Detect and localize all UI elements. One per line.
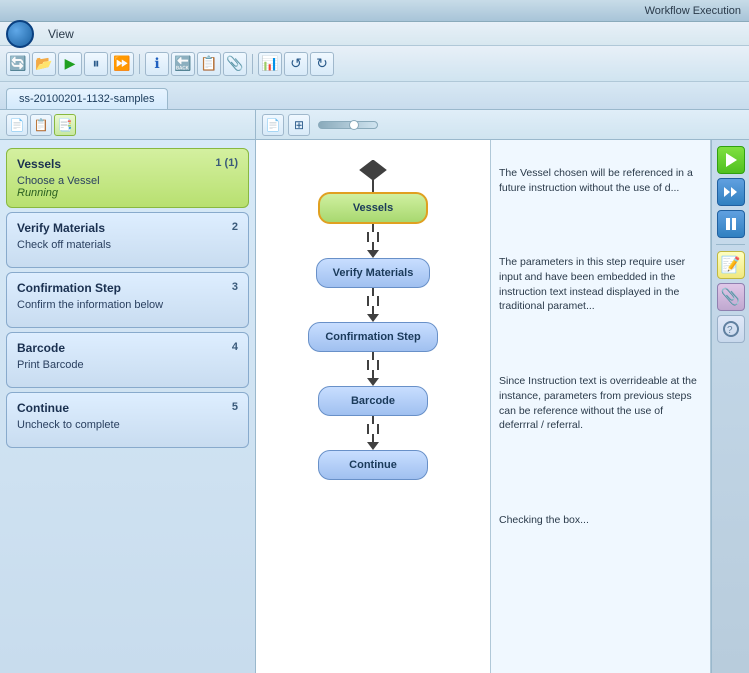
workflow-item-vessels[interactable]: Vessels 1 (1) Choose a Vessel Running bbox=[6, 148, 249, 208]
desc-vessels: The Vessel chosen will be referenced in … bbox=[499, 166, 702, 195]
menu-view[interactable]: View bbox=[40, 25, 82, 43]
attachment-btn[interactable]: 📎 bbox=[717, 283, 745, 311]
menu-bar: View bbox=[0, 22, 749, 46]
workflow-item-num-4: 4 bbox=[232, 341, 238, 353]
workflow-item-title-1: Vessels bbox=[17, 157, 61, 171]
zoom-slider[interactable] bbox=[318, 121, 378, 129]
panel-active-btn[interactable]: 📑 bbox=[54, 114, 76, 136]
workflow-item-title-4: Barcode bbox=[17, 341, 65, 355]
title-bar-text: Workflow Execution bbox=[645, 5, 741, 17]
content-area: Vessels Verify Materials bbox=[256, 140, 749, 673]
left-panel: 📄 📋 📑 Vessels 1 (1) Choose a Vessel Runn… bbox=[0, 110, 256, 673]
content-grid-btn[interactable]: ⊞ bbox=[288, 114, 310, 136]
conn-4 bbox=[367, 416, 379, 450]
workflow-item-sub-1: Choose a Vessel bbox=[17, 175, 238, 187]
workflow-item-confirmation[interactable]: Confirmation Step 3 Confirm the informat… bbox=[6, 272, 249, 328]
diagram-area[interactable]: Vessels Verify Materials bbox=[256, 140, 491, 673]
workflow-item-title-3: Confirmation Step bbox=[17, 281, 121, 295]
tab-samples[interactable]: ss-20100201-1132-samples bbox=[6, 88, 168, 109]
zoom-thumb bbox=[349, 120, 359, 130]
workflow-item-sub-2: Check off materials bbox=[17, 239, 238, 251]
toolbar-chart-btn[interactable]: 📊 bbox=[258, 52, 282, 76]
node-continue[interactable]: Continue bbox=[318, 450, 428, 480]
pause-large-btn[interactable] bbox=[717, 210, 745, 238]
toolbar-reset-btn[interactable]: ↺ bbox=[284, 52, 308, 76]
workflow-item-num-2: 2 bbox=[232, 221, 238, 233]
node-barcode[interactable]: Barcode bbox=[318, 386, 428, 416]
app-icon bbox=[6, 20, 34, 48]
toolbar-sep-2 bbox=[252, 54, 253, 74]
workflow-item-header-3: Confirmation Step 3 bbox=[17, 281, 238, 295]
workflow-item-num-3: 3 bbox=[232, 281, 238, 293]
toolbar-refresh-btn[interactable]: 🔄 bbox=[6, 52, 30, 76]
workflow-item-num-5: 5 bbox=[232, 401, 238, 413]
workflow-item-continue[interactable]: Continue 5 Uncheck to complete bbox=[6, 392, 249, 448]
desc-verify: The parameters in this step require user… bbox=[499, 255, 702, 314]
workflow-item-barcode[interactable]: Barcode 4 Print Barcode bbox=[6, 332, 249, 388]
workflow-item-title-5: Continue bbox=[17, 401, 69, 415]
conn-3 bbox=[367, 352, 379, 386]
workflow-item-verify[interactable]: Verify Materials 2 Check off materials bbox=[6, 212, 249, 268]
node-vessels[interactable]: Vessels bbox=[318, 192, 428, 224]
toolbar-clip-btn[interactable]: 📎 bbox=[223, 52, 247, 76]
title-bar: Workflow Execution bbox=[0, 0, 749, 22]
node-verify-materials[interactable]: Verify Materials bbox=[316, 258, 431, 288]
zoom-control bbox=[318, 121, 378, 129]
toolbar-play-btn[interactable]: ▶ bbox=[58, 52, 82, 76]
play-large-btn[interactable] bbox=[717, 146, 745, 174]
note-btn[interactable]: 📝 bbox=[717, 251, 745, 279]
toolbar: 🔄 📂 ▶ ⏸ ⏩ ℹ 🔙 📋 📎 📊 ↺ ↻ bbox=[0, 46, 749, 82]
workflow-item-num-1: 1 (1) bbox=[215, 157, 238, 169]
content-doc-btn[interactable]: 📄 bbox=[262, 114, 284, 136]
toolbar-folder-btn[interactable]: 📂 bbox=[32, 52, 56, 76]
toolbar-forward-btn[interactable]: ⏩ bbox=[110, 52, 134, 76]
workflow-item-sub-3: Confirm the information below bbox=[17, 299, 238, 311]
svg-text:?: ? bbox=[727, 325, 733, 336]
conn-start bbox=[372, 180, 374, 192]
side-sep-1 bbox=[716, 244, 746, 245]
content-toolbar: 📄 ⊞ bbox=[256, 110, 749, 140]
workflow-item-header-2: Verify Materials 2 bbox=[17, 221, 238, 235]
fast-forward-btn[interactable] bbox=[717, 178, 745, 206]
toolbar-reload-btn[interactable]: ↻ bbox=[310, 52, 334, 76]
toolbar-notes-btn[interactable]: 📋 bbox=[197, 52, 221, 76]
workflow-item-sub-5: Uncheck to complete bbox=[17, 419, 238, 431]
desc-continue: Checking the box... bbox=[499, 513, 702, 528]
toolbar-info-btn[interactable]: ℹ bbox=[145, 52, 169, 76]
extra-btn[interactable]: ? bbox=[717, 315, 745, 343]
toolbar-back-btn[interactable]: 🔙 bbox=[171, 52, 195, 76]
panel-list-btn[interactable]: 📋 bbox=[30, 114, 52, 136]
toolbar-pause-btn[interactable]: ⏸ bbox=[84, 52, 108, 76]
description-area: The Vessel chosen will be referenced in … bbox=[491, 140, 711, 673]
workflow-item-header-5: Continue 5 bbox=[17, 401, 238, 415]
conn-2 bbox=[367, 288, 379, 322]
workflow-item-status-1: Running bbox=[17, 187, 238, 199]
node-confirmation-step[interactable]: Confirmation Step bbox=[308, 322, 437, 352]
right-content: 📄 ⊞ Vessel bbox=[256, 110, 749, 673]
workflow-item-header-4: Barcode 4 bbox=[17, 341, 238, 355]
workflow-item-header-1: Vessels 1 (1) bbox=[17, 157, 238, 171]
main-layout: 📄 📋 📑 Vessels 1 (1) Choose a Vessel Runn… bbox=[0, 110, 749, 673]
side-toolbar: 📝 📎 ? bbox=[711, 140, 749, 673]
conn-1 bbox=[367, 224, 379, 258]
workflow-item-title-2: Verify Materials bbox=[17, 221, 105, 235]
diagram-container: Vessels Verify Materials bbox=[266, 150, 480, 480]
start-diamond bbox=[358, 160, 388, 180]
tab-bar: ss-20100201-1132-samples bbox=[0, 82, 749, 110]
panel-doc-btn[interactable]: 📄 bbox=[6, 114, 28, 136]
desc-confirmation: Since Instruction text is overrideable a… bbox=[499, 374, 702, 433]
toolbar-sep-1 bbox=[139, 54, 140, 74]
workflow-item-sub-4: Print Barcode bbox=[17, 359, 238, 371]
